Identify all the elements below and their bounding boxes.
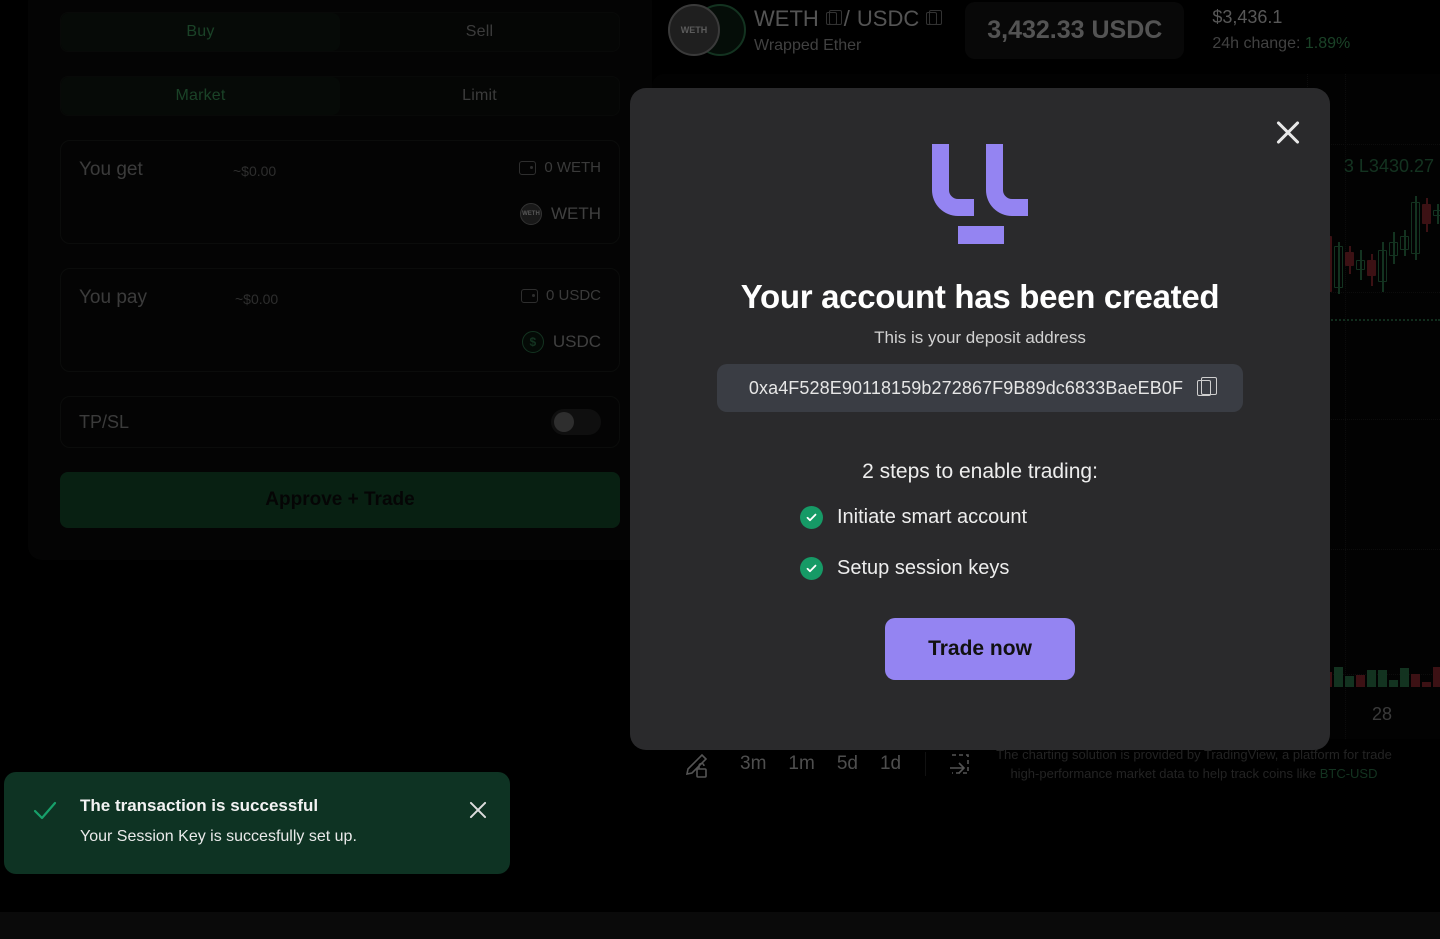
logo-mouth: [958, 226, 1004, 244]
deposit-address-box[interactable]: 0xa4F528E90118159b272867F9B89dc6833BaeEB…: [717, 364, 1243, 412]
close-icon[interactable]: [1270, 114, 1306, 150]
logo-eye-right: [986, 144, 1028, 216]
success-toast: The transaction is successful Your Sessi…: [4, 772, 510, 874]
toast-body: The transaction is successful Your Sessi…: [80, 796, 466, 846]
close-icon[interactable]: [466, 798, 490, 822]
copy-icon[interactable]: [1197, 377, 1217, 396]
step-item: Initiate smart account: [800, 506, 1120, 529]
smiley-logo-icon: [932, 144, 1028, 244]
check-icon: [32, 798, 58, 824]
deposit-address-value: 0xa4F528E90118159b272867F9B89dc6833BaeEB…: [748, 377, 1184, 398]
step-item: Setup session keys: [800, 557, 1120, 580]
toast-message: Your Session Key is succesfully set up.: [80, 828, 357, 845]
page-title: Your account has been created: [740, 278, 1220, 315]
steps-title: 2 steps to enable trading:: [862, 460, 1098, 483]
account-created-modal: Your account has been created This is yo…: [630, 88, 1330, 750]
deposit-address-label: This is your deposit address: [874, 328, 1086, 347]
steps-list: Initiate smart account Setup session key…: [800, 506, 1120, 608]
app-root: Buy Sell Market Limit You get ~$0.00 0 W…: [0, 0, 1440, 939]
check-icon: [800, 557, 823, 580]
step-label: Initiate smart account: [837, 506, 1028, 528]
check-icon: [800, 506, 823, 529]
trade-now-button[interactable]: Trade now: [885, 618, 1075, 680]
step-label: Setup session keys: [837, 557, 1010, 579]
toast-title: The transaction is successful: [80, 796, 319, 815]
logo-eye-left: [932, 144, 974, 216]
